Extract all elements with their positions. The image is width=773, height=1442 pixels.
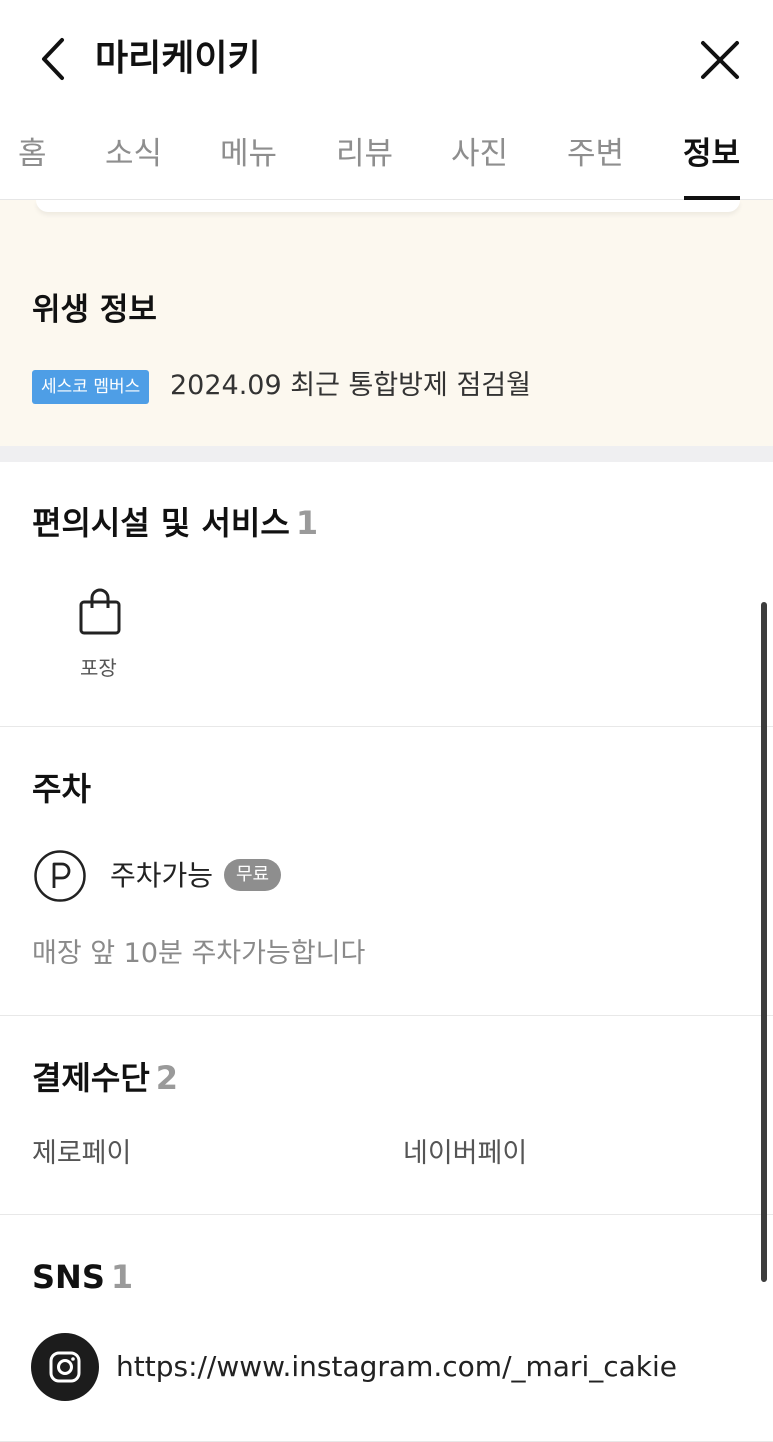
back-button[interactable] — [34, 36, 74, 82]
facilities-title: 편의시설 및 서비스 1 — [32, 500, 318, 546]
cesco-badge: 세스코 멤버스 — [32, 370, 150, 404]
tab-reviews[interactable]: 리뷰 — [336, 132, 393, 176]
hygiene-inspection-text: 2024.09 최근 통합방제 점검월 — [170, 370, 531, 401]
parking-note: 매장 앞 10분 주차가능합니다 — [32, 938, 366, 969]
instagram-link[interactable]: https://www.instagram.com/_mari_cakie — [116, 1346, 677, 1388]
tab-bar: 홈 소식 메뉴 리뷰 사진 주변 정보 — [0, 120, 773, 200]
facilities-title-text: 편의시설 및 서비스 — [32, 504, 290, 542]
tab-home[interactable]: 홈 — [18, 132, 47, 176]
divider — [0, 1214, 773, 1215]
parking-title: 주차 — [32, 770, 91, 808]
payment-method-naverpay: 네이버페이 — [403, 1138, 528, 1169]
divider — [0, 1015, 773, 1016]
payment-count: 2 — [155, 1059, 179, 1097]
shopping-bag-icon — [78, 588, 122, 636]
scrollbar[interactable] — [761, 602, 767, 1282]
free-badge: 무료 — [224, 859, 282, 891]
facilities-count: 1 — [295, 504, 319, 542]
close-icon — [701, 41, 739, 79]
tab-info[interactable]: 정보 — [683, 132, 740, 176]
parking-icon — [33, 849, 87, 903]
sns-title-text: SNS — [32, 1258, 105, 1296]
tab-photos[interactable]: 사진 — [451, 132, 508, 176]
tab-nearby[interactable]: 주변 — [567, 132, 624, 176]
tab-menu[interactable]: 메뉴 — [220, 132, 277, 176]
payment-method-zeropay: 제로페이 — [32, 1138, 132, 1169]
card-edge — [36, 200, 740, 212]
parking-status: 주차가능 — [110, 859, 214, 892]
section-gap — [0, 446, 773, 462]
payment-title: 결제수단 2 — [32, 1055, 178, 1101]
facility-label-takeout: 포장 — [80, 656, 117, 680]
sns-count: 1 — [110, 1258, 134, 1296]
sns-title: SNS 1 — [32, 1254, 133, 1300]
page-title: 마리케이키 — [95, 38, 261, 79]
divider — [0, 726, 773, 727]
hygiene-section: 위생 정보 세스코 멤버스 2024.09 최근 통합방제 점검월 — [0, 200, 773, 446]
close-button[interactable] — [698, 38, 742, 82]
tab-news[interactable]: 소식 — [105, 132, 162, 176]
hygiene-title: 위생 정보 — [32, 292, 157, 328]
chevron-left-icon — [42, 38, 64, 80]
payment-title-text: 결제수단 — [32, 1059, 150, 1097]
header-bar: 마리케이키 — [0, 0, 773, 120]
instagram-icon[interactable] — [31, 1333, 99, 1401]
